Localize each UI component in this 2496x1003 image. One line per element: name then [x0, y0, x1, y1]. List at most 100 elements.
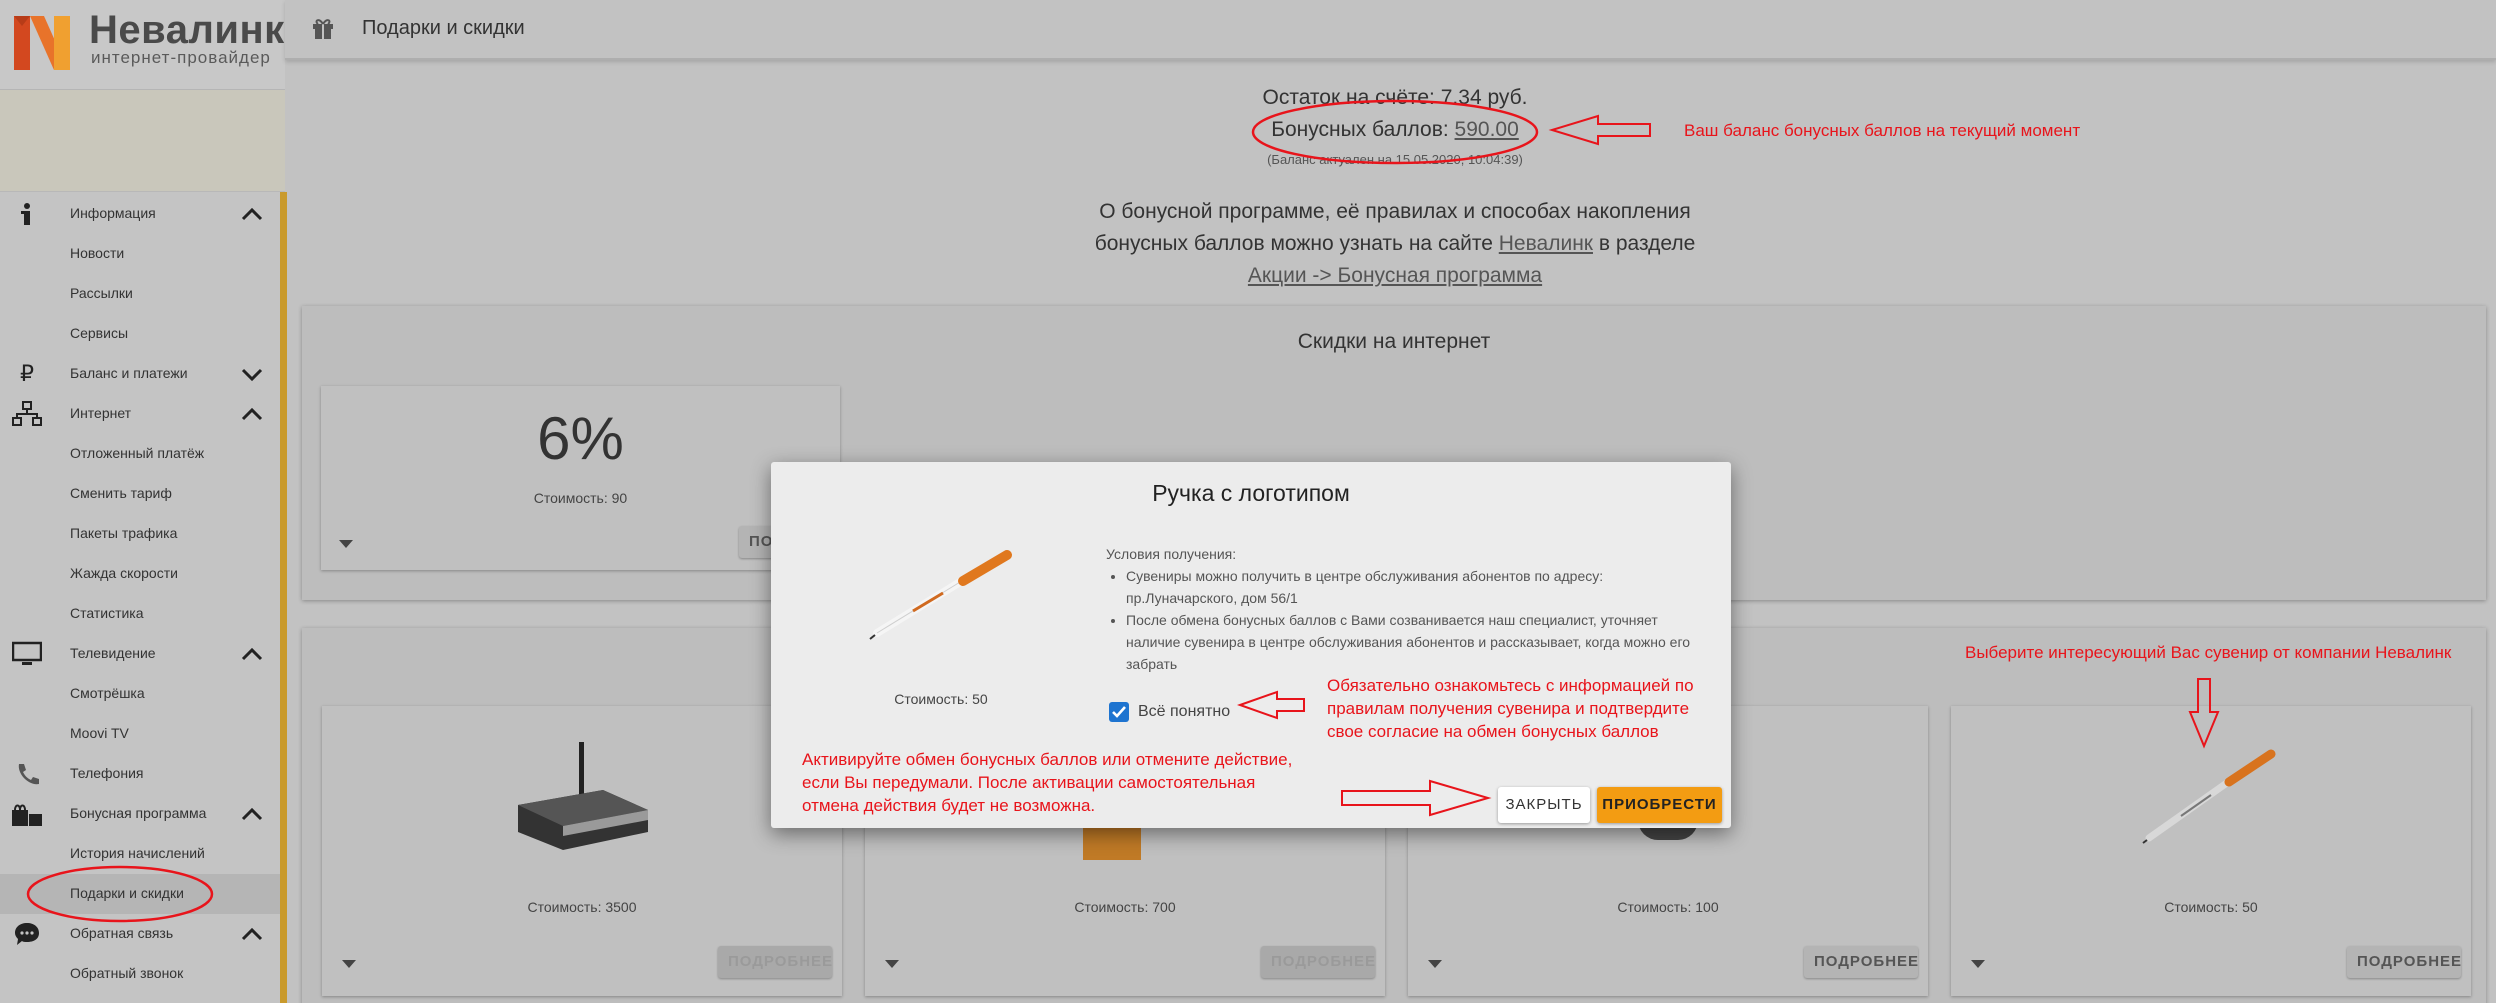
site-link[interactable]: Невалинк	[1499, 232, 1593, 255]
expand-icon[interactable]	[1428, 960, 1442, 968]
souvenir-cost: Стоимость: 700	[1074, 899, 1176, 915]
expand-icon[interactable]	[1971, 960, 1985, 968]
ruble-icon: ₽	[20, 361, 34, 386]
bonus-program-link[interactable]: Акции -> Бонусная программа	[1248, 264, 1542, 287]
close-button[interactable]: ЗАКРЫТЬ	[1498, 787, 1590, 823]
sidebar-item-label: Сервисы	[70, 325, 129, 341]
expand-icon[interactable]	[342, 960, 356, 968]
sidebar-item-balance[interactable]: ₽ Баланс и платежи	[0, 354, 280, 394]
logo-icon	[14, 16, 70, 70]
bonus-program-info: О бонусной программе, её правилах и спос…	[1045, 196, 1745, 292]
annotation-line: Активируйте обмен бонусных баллов или от…	[802, 750, 1293, 769]
sidebar-item-callback[interactable]: Обратный звонок	[0, 954, 280, 994]
sidebar-item-label: История начислений	[70, 845, 205, 861]
sidebar-item-label: Телефония	[70, 765, 144, 781]
discount-card[interactable]: 6% Стоимость: 90 ПОДР	[321, 386, 849, 570]
annotation-line: если Вы передумали. После активации само…	[802, 773, 1256, 792]
sidebar-item-label: Рассылки	[70, 285, 133, 301]
check-icon	[1112, 706, 1126, 718]
sidebar-item-label: Жажда скорости	[70, 565, 178, 581]
sidebar-item-info[interactable]: Информация	[0, 194, 280, 234]
sidebar-item-label: Баланс и платежи	[70, 365, 188, 381]
sidebar-item-news[interactable]: Новости	[0, 234, 280, 274]
sidebar-item-label: Смотрёшка	[70, 685, 145, 701]
sidebar-item-label: Moovi TV	[70, 725, 129, 741]
annotation-line: свое согласие на обмен бонусных баллов	[1327, 722, 1659, 741]
info-text: О бонусной программе, её правилах и спос…	[1099, 200, 1691, 223]
conditions: Условия получения: Сувениры можно получи…	[1106, 543, 1706, 675]
sidebar-item-speed[interactable]: Жажда скорости	[0, 554, 280, 594]
annotation-line: отмена действия будет не возможна.	[802, 796, 1096, 815]
sidebar-item-tv[interactable]: Телевидение	[0, 634, 280, 674]
top-bar: Подарки и скидки	[285, 0, 2496, 60]
gift-icon	[313, 19, 333, 39]
buy-button[interactable]: ПРИОБРЕСТИ	[1597, 787, 1722, 823]
details-button[interactable]: ПОДРОБНЕЕ	[2347, 946, 2461, 978]
dialog-title: Ручка с логотипом	[1152, 480, 1350, 506]
sidebar-item-mailings[interactable]: Рассылки	[0, 274, 280, 314]
sidebar-item-label: Бонусная программа	[70, 805, 207, 821]
discount-value: 6%	[537, 405, 624, 472]
info-text: бонусных баллов можно узнать на сайте	[1094, 232, 1493, 255]
chevron-down-icon[interactable]	[240, 363, 264, 385]
pen-icon	[2142, 749, 2276, 844]
account-balance-label: Остаток на счёте:	[1262, 86, 1435, 109]
sidebar-item-bonus-program[interactable]: Бонусная программа	[0, 794, 280, 834]
sidebar-item-label: Отложенный платёж	[70, 445, 205, 461]
sidebar-item-smotreshka[interactable]: Смотрёшка	[0, 674, 280, 714]
chat-icon	[10, 921, 44, 947]
details-button[interactable]: ПОДРОБНЕЕ	[718, 946, 832, 978]
sidebar-item-services[interactable]: Сервисы	[0, 314, 280, 354]
chevron-up-icon[interactable]	[240, 803, 264, 825]
chevron-up-icon[interactable]	[240, 643, 264, 665]
chevron-up-icon[interactable]	[240, 923, 264, 945]
annotation-line: правилам получения сувенира и подтвердит…	[1327, 699, 1690, 718]
sidebar-item-moovi-tv[interactable]: Moovi TV	[0, 714, 280, 754]
sidebar-item-internet[interactable]: Интернет	[0, 394, 280, 434]
chevron-up-icon[interactable]	[240, 403, 264, 425]
gifts-icon	[10, 801, 44, 827]
annotation-balance: Ваш баланс бонусных баллов на текущий мо…	[1684, 121, 2081, 140]
souvenir-cost: Стоимость: 50	[2164, 899, 2258, 915]
sidebar-item-change-tariff[interactable]: Сменить тариф	[0, 474, 280, 514]
sidebar-banner	[0, 90, 285, 192]
annotation-select: Выберите интересующий Вас сувенир от ком…	[1965, 643, 2452, 662]
sidebar-item-label: Обратный звонок	[70, 965, 184, 981]
souvenir-card[interactable]: Стоимость: 3500 ПОДРОБНЕЕ	[322, 706, 842, 996]
details-button[interactable]: ПОДРОБНЕЕ	[1804, 946, 1918, 978]
souvenir-card[interactable]: Стоимость: 50 ПОДРОБНЕЕ	[1951, 706, 2471, 996]
condition-item: Сувениры можно получить в центре обслужи…	[1126, 565, 1706, 609]
sidebar-item-label: Новости	[70, 245, 125, 261]
account-balance-value: 7.34 руб.	[1440, 86, 1528, 109]
expand-icon[interactable]	[339, 540, 353, 548]
router-icon	[518, 742, 648, 850]
sidebar-item-label: Пакеты трафика	[70, 525, 178, 541]
sidebar-item-accrual-history[interactable]: История начислений	[0, 834, 280, 874]
sidebar-item-deferred-payment[interactable]: Отложенный платёж	[0, 434, 280, 474]
agree-checkbox-label[interactable]: Всё понятно	[1138, 703, 1230, 721]
sidebar-item-label: Обратная связь	[70, 925, 174, 941]
annotation-activate: Активируйте обмен бонусных баллов или от…	[802, 748, 1292, 817]
agree-checkbox[interactable]	[1109, 702, 1129, 722]
brand-name: Невалинк	[89, 8, 285, 52]
sidebar-item-statistics[interactable]: Статистика	[0, 594, 280, 634]
sidebar-item-label: Подарки и скидки	[70, 885, 184, 901]
balance-updated: (Баланс актуален на 15.05.2020, 10:04:39…	[1267, 152, 1523, 167]
sidebar-item-traffic-packs[interactable]: Пакеты трафика	[0, 514, 280, 554]
info-text: в разделе	[1598, 232, 1696, 255]
sidebar-item-telephony[interactable]: Телефония	[0, 754, 280, 794]
expand-icon[interactable]	[885, 960, 899, 968]
phone-icon	[10, 761, 44, 787]
brand-tagline: интернет-провайдер	[91, 48, 271, 67]
bonus-balance-value[interactable]: 590.00	[1455, 118, 1519, 141]
pen-icon	[869, 550, 1012, 640]
chevron-up-icon[interactable]	[240, 203, 264, 225]
bonus-balance: Бонусных баллов: 590.00	[1145, 118, 1645, 142]
sidebar-stripe	[280, 192, 287, 1003]
details-button[interactable]: ПОДРОБНЕЕ	[1261, 946, 1375, 978]
sidebar-item-gifts-discounts[interactable]: Подарки и скидки	[0, 874, 280, 914]
discounts-title: Скидки на интернет	[1297, 330, 1491, 353]
souvenir-cost: Стоимость: 100	[1617, 899, 1719, 915]
logo[interactable]: Невалинк интернет-провайдер	[0, 0, 285, 90]
sidebar-item-feedback[interactable]: Обратная связь	[0, 914, 280, 954]
